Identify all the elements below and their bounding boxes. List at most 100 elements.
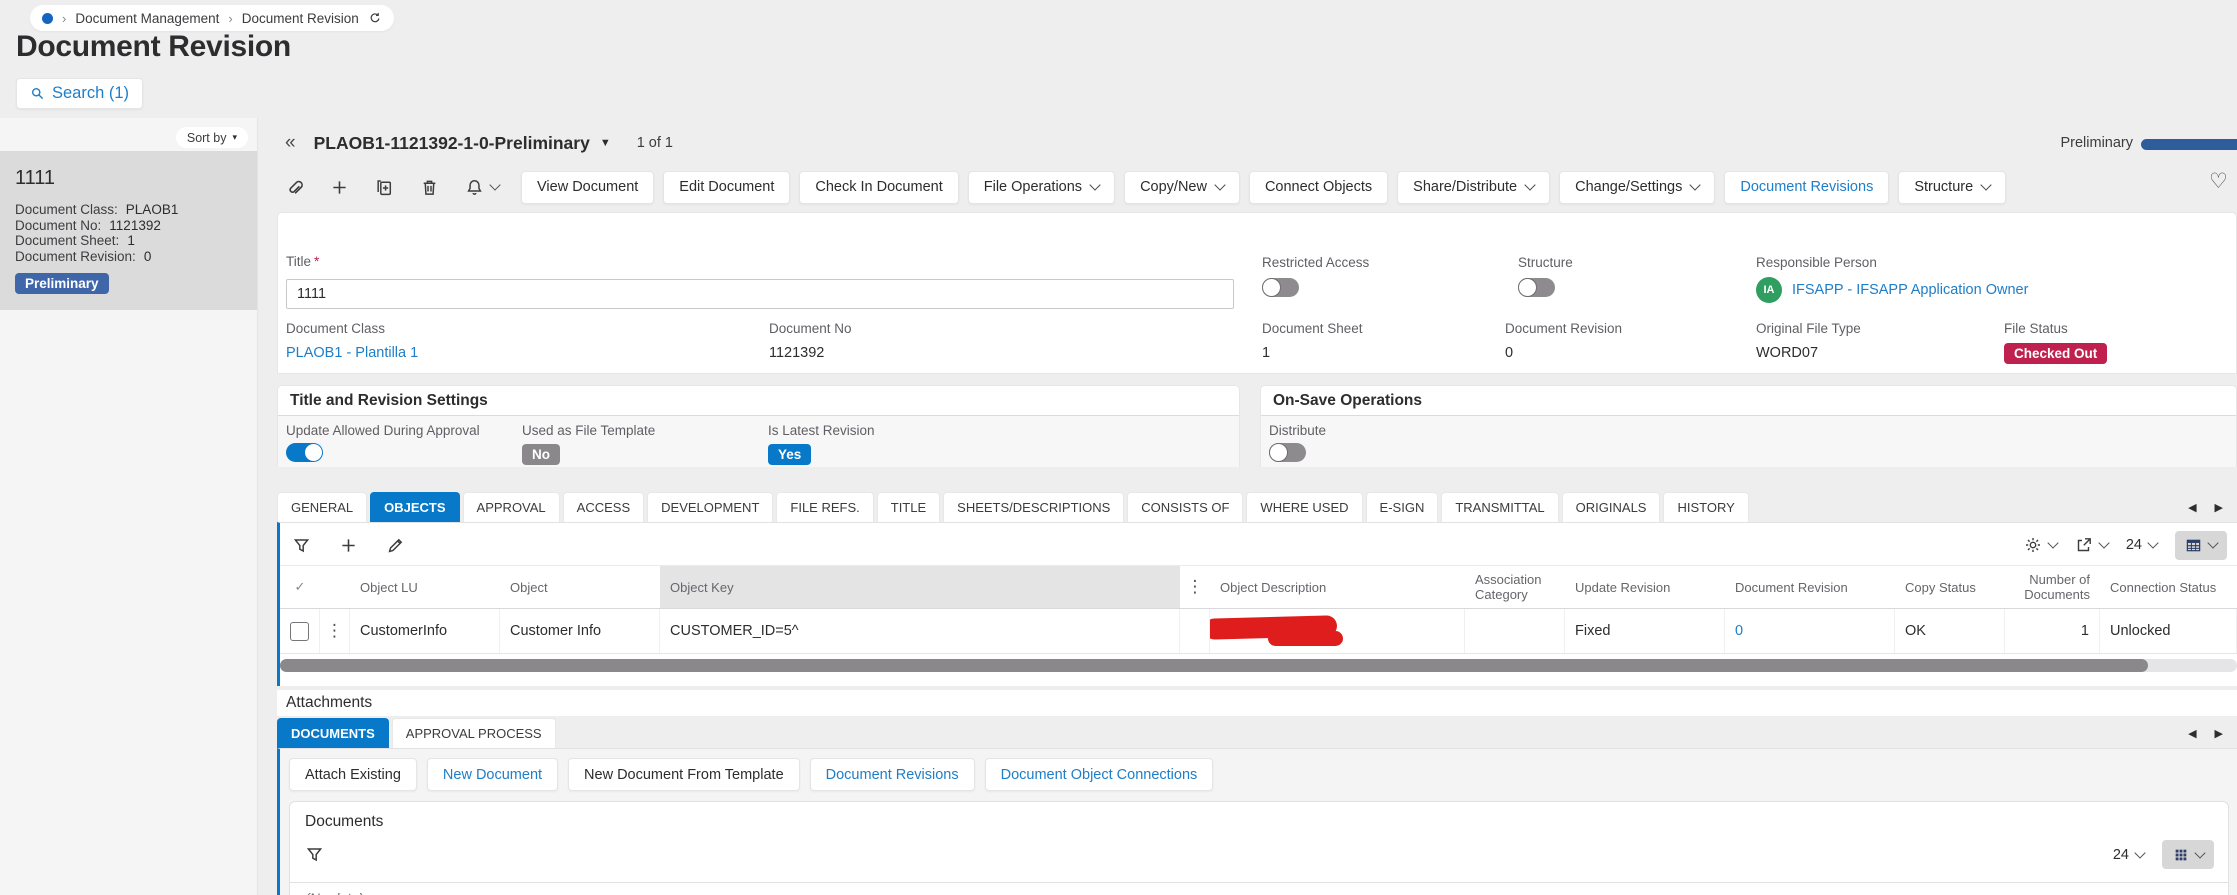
- scroll-left-icon[interactable]: ◀: [2188, 727, 2196, 740]
- toolbar-button[interactable]: View Document: [521, 170, 655, 204]
- select-all-check-icon[interactable]: ✓: [295, 579, 306, 595]
- collapse-list-icon[interactable]: «: [285, 132, 296, 154]
- tab[interactable]: ORIGINALS: [1561, 492, 1661, 522]
- tab[interactable]: FILE REFS.: [776, 492, 874, 522]
- tab[interactable]: APPROVAL PROCESS: [391, 718, 556, 748]
- distribute-toggle[interactable]: [1269, 443, 1306, 462]
- toolbar-button[interactable]: Document Revisions: [1724, 170, 1890, 204]
- add-row-icon[interactable]: [339, 536, 358, 555]
- toolbar-button[interactable]: Copy/New: [1124, 170, 1240, 204]
- field-value: 1121392: [109, 217, 161, 233]
- column-header-connection-status[interactable]: Connection Status: [2100, 566, 2237, 608]
- update-allowed-toggle[interactable]: [286, 443, 323, 462]
- column-header-object-description[interactable]: Object Description: [1210, 566, 1465, 608]
- row-menu-kebab-icon[interactable]: ⋮: [326, 621, 343, 641]
- refresh-icon[interactable]: [368, 11, 382, 25]
- horizontal-scrollbar-thumb[interactable]: [280, 659, 2148, 672]
- column-header-copy-status[interactable]: Copy Status: [1895, 566, 2005, 608]
- tab[interactable]: HISTORY: [1663, 492, 1749, 522]
- objects-table-row[interactable]: ⋮ CustomerInfo Customer Info CUSTOMER_ID…: [280, 609, 2237, 654]
- record-title-caret-icon[interactable]: ▼: [600, 137, 611, 149]
- field-value: 0: [143, 248, 152, 264]
- card-view-button[interactable]: [2162, 840, 2214, 869]
- add-icon[interactable]: [330, 178, 349, 197]
- tab[interactable]: TITLE: [876, 492, 941, 522]
- responsible-person-value: IA IFSAPP - IFSAPP Application Owner: [1756, 277, 2028, 303]
- scroll-left-icon[interactable]: ◀: [2188, 501, 2196, 514]
- document-action-button[interactable]: Document Object Connections: [984, 758, 1214, 791]
- responsible-person-link[interactable]: IFSAPP - IFSAPP Application Owner: [1792, 282, 2028, 298]
- page-size-dropdown[interactable]: 24: [2126, 537, 2159, 553]
- tab[interactable]: DOCUMENTS: [277, 718, 389, 748]
- tab[interactable]: APPROVAL: [462, 492, 560, 522]
- page-size-dropdown[interactable]: 24: [2113, 847, 2146, 863]
- document-action-button[interactable]: Document Revisions: [809, 758, 975, 791]
- search-button[interactable]: Search (1): [16, 78, 144, 109]
- card-view-icon: [2173, 847, 2189, 863]
- toolbar-button[interactable]: Check In Document: [799, 170, 959, 204]
- tab[interactable]: OBJECTS: [370, 492, 460, 522]
- breadcrumb-item-document-management[interactable]: Document Management: [75, 11, 219, 26]
- cell-document-revision-link[interactable]: 0: [1725, 609, 1895, 653]
- filter-icon[interactable]: [305, 845, 324, 864]
- table-view-icon: [2185, 537, 2202, 554]
- redaction-mark: [1268, 631, 1343, 646]
- table-view-button[interactable]: [2175, 530, 2227, 560]
- column-menu-kebab-icon[interactable]: ⋮: [1187, 577, 1204, 597]
- column-header-object-lu[interactable]: Object LU: [350, 566, 500, 608]
- document-action-button[interactable]: Attach Existing: [289, 758, 417, 791]
- original-file-type-value: WORD07: [1756, 345, 1819, 361]
- horizontal-scrollbar-track[interactable]: [280, 659, 2237, 672]
- document-class-link[interactable]: PLAOB1 - Plantilla 1: [286, 345, 418, 361]
- tab[interactable]: DEVELOPMENT: [647, 492, 774, 522]
- delete-trash-icon[interactable]: [420, 178, 439, 197]
- document-sheet-label: Document Sheet: [1262, 321, 1363, 336]
- filter-icon[interactable]: [292, 536, 311, 555]
- toolbar-button[interactable]: Edit Document: [663, 170, 791, 204]
- tab[interactable]: SHEETS/DESCRIPTIONS: [943, 492, 1125, 522]
- toolbar-button[interactable]: Connect Objects: [1248, 170, 1389, 204]
- duplicate-icon[interactable]: [375, 178, 394, 197]
- column-header-object-key[interactable]: Object Key: [660, 566, 1180, 608]
- tab[interactable]: E-SIGN: [1365, 492, 1439, 522]
- row-checkbox[interactable]: [290, 621, 309, 641]
- field-label: Document Class:: [15, 202, 118, 217]
- column-header-number-of-documents[interactable]: Number of Documents: [2005, 566, 2100, 608]
- document-action-button[interactable]: New Document From Template: [568, 758, 800, 791]
- column-header-object[interactable]: Object: [500, 566, 660, 608]
- grid-settings-gear-icon[interactable]: [2024, 536, 2059, 554]
- sort-by-dropdown[interactable]: Sort by ▾: [175, 127, 248, 148]
- toolbar-button[interactable]: Structure: [1898, 170, 2007, 204]
- structure-toggle-group: Structure: [1518, 255, 1573, 297]
- toolbar-button[interactable]: File Operations: [967, 170, 1116, 204]
- field-value: PLAOB1: [125, 202, 179, 217]
- favorite-heart-icon[interactable]: ♡: [2209, 169, 2228, 194]
- scroll-right-icon[interactable]: ▶: [2215, 727, 2223, 740]
- column-header-document-revision[interactable]: Document Revision: [1725, 566, 1895, 608]
- edit-pencil-icon[interactable]: [386, 536, 405, 555]
- toolbar-button[interactable]: Change/Settings: [1559, 170, 1716, 204]
- tab[interactable]: GENERAL: [277, 492, 368, 522]
- record-title[interactable]: PLAOB1-1121392-1-0-Preliminary: [314, 133, 590, 154]
- tab[interactable]: TRANSMITTAL: [1441, 492, 1559, 522]
- record-card-selected[interactable]: 1111 Document Class: PLAOB1 Document No: 1…: [0, 151, 257, 310]
- export-icon[interactable]: [2075, 536, 2110, 554]
- column-header-association-category[interactable]: Association Category: [1465, 566, 1565, 608]
- tab[interactable]: CONSISTS OF: [1127, 492, 1244, 522]
- scroll-right-icon[interactable]: ▶: [2215, 501, 2223, 514]
- home-dot-icon[interactable]: [42, 12, 53, 24]
- document-action-button[interactable]: New Document: [426, 758, 559, 791]
- title-input[interactable]: [286, 279, 1234, 309]
- attachment-paperclip-icon[interactable]: [285, 178, 304, 197]
- required-asterisk: *: [314, 254, 320, 269]
- record-card-field: Document No: 1121392: [15, 218, 242, 234]
- column-header-update-revision[interactable]: Update Revision: [1565, 566, 1725, 608]
- breadcrumb-item-document-revision[interactable]: Document Revision: [242, 11, 359, 26]
- cell-number-of-documents: 1: [2005, 609, 2100, 653]
- notification-bell-icon[interactable]: [465, 178, 501, 197]
- structure-toggle[interactable]: [1518, 278, 1555, 297]
- toolbar-button[interactable]: Share/Distribute: [1397, 170, 1551, 204]
- restricted-access-toggle[interactable]: [1262, 278, 1299, 297]
- tab[interactable]: WHERE USED: [1246, 492, 1363, 522]
- tab[interactable]: ACCESS: [562, 492, 645, 522]
